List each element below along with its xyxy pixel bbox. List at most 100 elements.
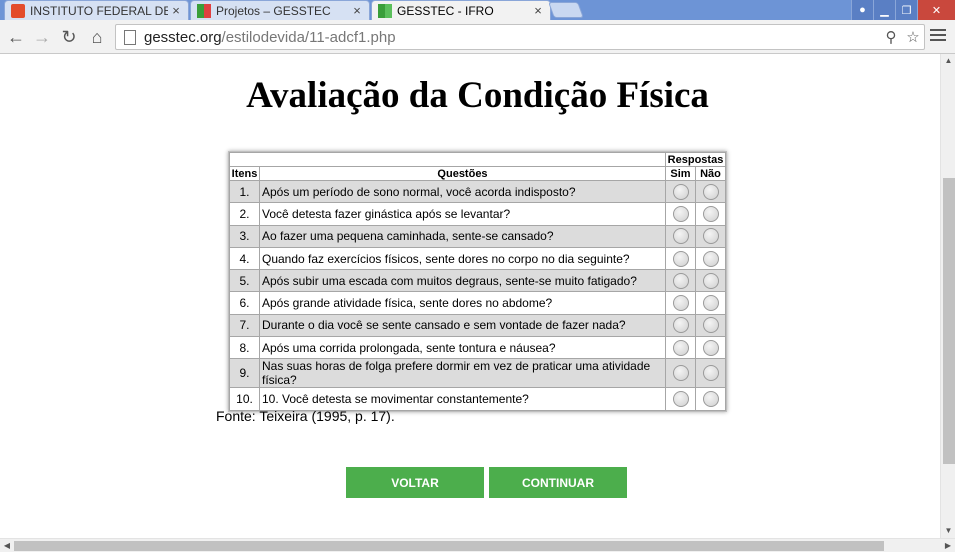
table-row: 3. Ao fazer uma pequena caminhada, sente-… (229, 224, 726, 248)
nao-cell (695, 246, 726, 271)
user-icon[interactable]: ● (851, 0, 873, 20)
question-text: 10. Você detesta se movimentar constante… (259, 387, 666, 411)
question-text: Nas suas horas de folga prefere dormir e… (259, 358, 666, 389)
scroll-up-icon[interactable]: ▲ (941, 54, 955, 68)
tab-label: Projetos – GESSTEC (216, 3, 331, 18)
url-path: /estilodevida/11-adcf1.php (221, 28, 396, 46)
scroll-left-icon[interactable]: ◀ (0, 539, 14, 553)
if-logo-icon (11, 3, 25, 18)
nao-cell (695, 387, 726, 411)
new-tab-button[interactable] (548, 2, 584, 18)
page-icon (124, 29, 136, 45)
question-text: Durante o dia você se sente cansado e se… (259, 313, 666, 338)
voltar-button[interactable]: VOLTAR (346, 467, 484, 498)
nao-cell (695, 291, 726, 315)
tab-label: INSTITUTO FEDERAL DE E (30, 3, 168, 18)
nao-radio[interactable] (702, 295, 719, 312)
search-icon[interactable]: ⚲ (880, 28, 902, 46)
horizontal-scrollbar[interactable]: ◀ ▶ (0, 538, 955, 552)
sim-radio[interactable] (672, 391, 689, 408)
grid-favicon-icon (197, 3, 211, 18)
sim-radio[interactable] (672, 339, 689, 356)
item-number: 3. (229, 224, 260, 248)
close-window-icon[interactable]: ✕ (917, 0, 955, 20)
nao-radio[interactable] (702, 228, 719, 245)
nao-cell (695, 269, 726, 293)
reload-icon[interactable]: ↻ (58, 26, 80, 48)
sim-cell (665, 336, 696, 360)
vertical-scrollbar[interactable]: ▲ ▼ (940, 54, 955, 538)
address-bar[interactable]: gesstec.org/estilodevida/11-adcf1.php ⚲ … (115, 24, 925, 50)
url-text[interactable]: gesstec.org/estilodevida/11-adcf1.php (144, 29, 880, 46)
sim-cell (665, 358, 696, 389)
nao-radio[interactable] (702, 250, 719, 267)
question-text: Após um período de sono normal, você aco… (259, 179, 666, 204)
browser-toolbar: ← → ↻ ⌂ gesstec.org/estilodevida/11-adcf… (0, 20, 955, 54)
sim-radio[interactable] (672, 250, 689, 267)
sim-radio[interactable] (672, 365, 689, 382)
item-number: 5. (229, 269, 260, 293)
nao-radio[interactable] (702, 365, 719, 382)
menu-icon[interactable] (930, 29, 946, 44)
nao-radio[interactable] (702, 317, 719, 334)
sim-radio[interactable] (672, 295, 689, 312)
nao-header: Não (695, 166, 726, 181)
respostas-header: Respostas (665, 152, 726, 167)
page-content: Avaliação da Condição Física Respostas I… (0, 54, 940, 538)
bookmark-star-icon[interactable]: ☆ (902, 28, 924, 46)
item-number: 1. (229, 179, 260, 204)
horizontal-scroll-thumb[interactable] (14, 541, 884, 551)
page-title: Avaliação da Condição Física (246, 75, 709, 116)
sim-cell (665, 224, 696, 248)
questoes-header: Questões (259, 166, 666, 181)
home-icon[interactable]: ⌂ (86, 26, 108, 48)
table-header-blank (229, 152, 666, 167)
item-number: 6. (229, 291, 260, 315)
restore-icon[interactable]: ❐ (895, 0, 917, 20)
scroll-down-icon[interactable]: ▼ (941, 524, 955, 538)
question-text: Após subir uma escada com muitos degraus… (259, 269, 666, 293)
nao-radio[interactable] (702, 391, 719, 408)
sim-radio[interactable] (672, 205, 689, 222)
grid-favicon-icon (378, 3, 392, 18)
nao-radio[interactable] (702, 272, 719, 289)
url-domain: gesstec.org (144, 28, 222, 46)
forward-arrow-icon[interactable]: → (31, 26, 53, 48)
nao-radio[interactable] (702, 205, 719, 222)
item-number: 8. (229, 336, 260, 360)
nao-cell (695, 336, 726, 360)
sim-cell (665, 246, 696, 271)
sim-radio[interactable] (672, 228, 689, 245)
nao-cell (695, 358, 726, 389)
tab-instituto-federal[interactable]: INSTITUTO FEDERAL DE E × (4, 0, 189, 20)
nao-radio[interactable] (702, 339, 719, 356)
tab-label: GESSTEC - IFRO (397, 3, 494, 18)
sim-radio[interactable] (672, 183, 689, 200)
scroll-right-icon[interactable]: ▶ (941, 539, 955, 553)
nao-cell (695, 313, 726, 338)
tab-close-icon[interactable]: × (349, 3, 365, 18)
question-text: Ao fazer uma pequena caminhada, sente-se… (259, 224, 666, 248)
table-row: 4. Quando faz exercícios físicos, sente d… (229, 246, 726, 271)
sim-radio[interactable] (672, 317, 689, 334)
tab-close-icon[interactable]: × (168, 3, 184, 18)
table-row: 5. Após subir uma escada com muitos degra… (229, 269, 726, 293)
item-number: 2. (229, 202, 260, 226)
tab-projetos-gesstec[interactable]: Projetos – GESSTEC × (190, 0, 370, 20)
nao-cell (695, 224, 726, 248)
table-row: 7. Durante o dia você se sente cansado e … (229, 313, 726, 338)
back-arrow-icon[interactable]: ← (5, 26, 27, 48)
sim-cell (665, 387, 696, 411)
tab-strip: INSTITUTO FEDERAL DE E × Projetos – GESS… (0, 0, 955, 20)
tab-gesstec-ifro[interactable]: GESSTEC - IFRO × (371, 0, 551, 20)
question-text: Você detesta fazer ginástica após se lev… (259, 202, 666, 226)
item-number: 4. (229, 246, 260, 271)
minimize-icon[interactable]: ▁ (873, 0, 895, 20)
sim-radio[interactable] (672, 272, 689, 289)
tab-close-icon[interactable]: × (530, 3, 546, 18)
continuar-button[interactable]: CONTINUAR (489, 467, 627, 498)
item-number: 9. (229, 358, 260, 389)
table-row: 6. Após grande atividade física, sente do… (229, 291, 726, 315)
nao-radio[interactable] (702, 183, 719, 200)
vertical-scroll-thumb[interactable] (943, 178, 955, 464)
